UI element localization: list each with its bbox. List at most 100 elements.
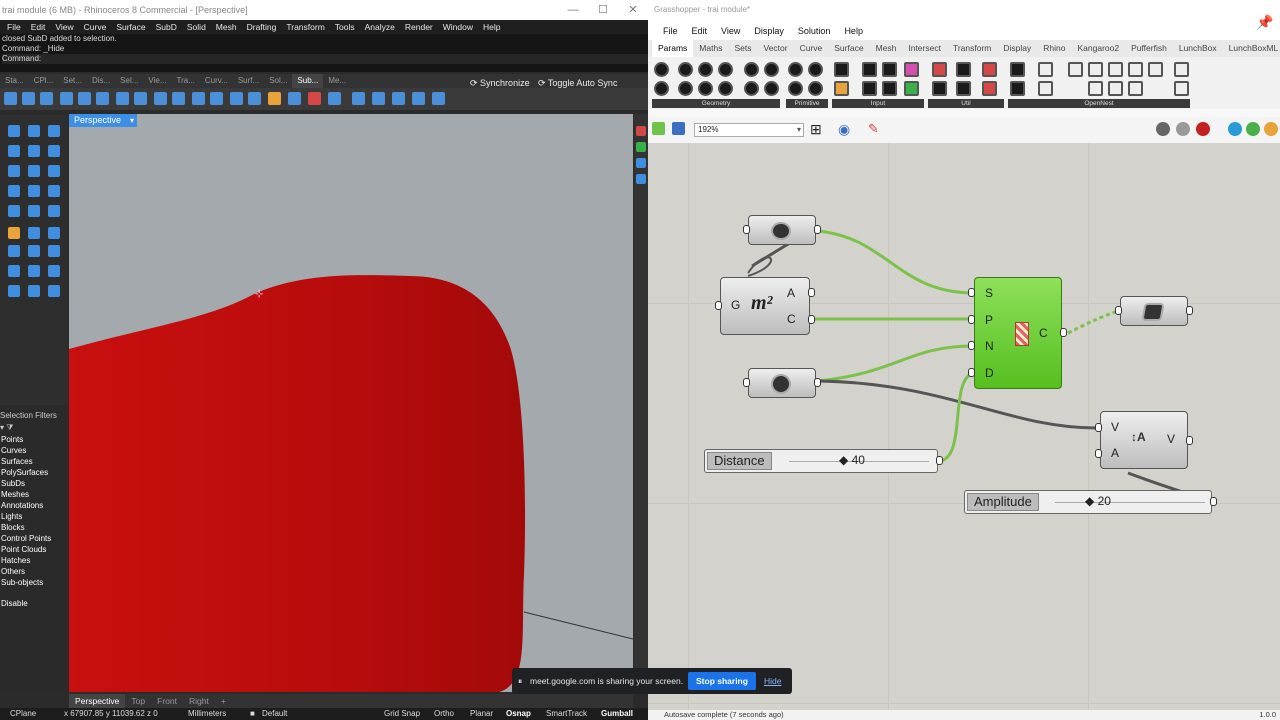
menu-curve[interactable]: Curve [79, 20, 112, 34]
menu-render[interactable]: Render [400, 20, 438, 34]
param-icon[interactable] [678, 62, 693, 77]
param-icon[interactable] [744, 62, 759, 77]
zoom-extents-icon[interactable]: ⊞ [810, 121, 822, 138]
tool-icon[interactable] [28, 185, 40, 197]
filter-item[interactable]: Annotations [0, 500, 68, 511]
param-icon[interactable] [744, 81, 759, 96]
toolbar-tab[interactable]: Curv... [200, 74, 233, 88]
subd-tool-icon[interactable] [392, 92, 405, 105]
brep-param[interactable] [748, 215, 816, 245]
subd-tool-icon[interactable] [230, 92, 243, 105]
sketch-icon[interactable]: ✎ [868, 121, 879, 137]
amplitude-slider[interactable]: Amplitude ◆ 20 [964, 490, 1212, 514]
tool-icon[interactable] [48, 185, 60, 197]
gh-tab-kangaroo2[interactable]: Kangaroo2 [1071, 40, 1125, 57]
tool-icon[interactable] [48, 125, 60, 137]
tool-icon[interactable] [48, 227, 60, 239]
filter-item[interactable]: Curves [0, 445, 68, 456]
opennest-icon[interactable] [1174, 62, 1189, 77]
param-icon[interactable] [654, 62, 669, 77]
menu-solid[interactable]: Solid [182, 20, 211, 34]
toolbar-tab[interactable]: Set... [58, 74, 87, 88]
filter-item[interactable]: Points [0, 434, 68, 445]
tool-icon[interactable] [636, 126, 646, 136]
input-grip[interactable] [1095, 449, 1102, 458]
hide-button[interactable]: Hide [764, 668, 781, 694]
perspective-viewport[interactable]: ⊹ Perspective ▾ [69, 114, 633, 692]
gh-tab-surface[interactable]: Surface [828, 40, 869, 57]
input-grip[interactable] [968, 341, 975, 350]
opennest-icon[interactable] [1108, 81, 1123, 96]
subd-tool-icon[interactable] [60, 92, 73, 105]
grid-snap-toggle[interactable]: Grid Snap [384, 708, 420, 720]
gh-menu-file[interactable]: File [656, 22, 685, 40]
input-icon[interactable] [834, 81, 849, 96]
viewport-tab-right[interactable]: Right [183, 694, 215, 708]
menu-view[interactable]: View [50, 20, 78, 34]
input-grip[interactable] [968, 368, 975, 377]
layer-label[interactable]: Default [262, 708, 287, 720]
input-grip[interactable] [968, 315, 975, 324]
gh-tab-transform[interactable]: Transform [947, 40, 997, 57]
util-icon[interactable] [982, 62, 997, 77]
tool-icon[interactable] [48, 285, 60, 297]
tool-icon[interactable] [8, 265, 20, 277]
gh-menu-edit[interactable]: Edit [685, 22, 715, 40]
tool-icon[interactable] [8, 227, 20, 239]
menu-file[interactable]: File [2, 20, 26, 34]
tool-icon[interactable] [8, 285, 20, 297]
param-icon[interactable] [698, 62, 713, 77]
util-icon[interactable] [956, 81, 971, 96]
display-icon[interactable] [1246, 122, 1260, 136]
toolbar-tab[interactable]: Dis... [87, 74, 115, 88]
gh-tab-intersect[interactable]: Intersect [902, 40, 947, 57]
shaded-preview-icon[interactable] [1176, 122, 1190, 136]
input-icon[interactable] [882, 62, 897, 77]
menu-edit[interactable]: Edit [26, 20, 51, 34]
gh-tab-vector[interactable]: Vector [757, 40, 793, 57]
primitive-icon[interactable] [788, 62, 803, 77]
menu-surface[interactable]: Surface [111, 20, 150, 34]
subd-tool-icon[interactable] [308, 92, 321, 105]
param-icon[interactable] [718, 62, 733, 77]
minimize-icon[interactable]: — [558, 0, 588, 20]
opennest-icon[interactable] [1010, 62, 1025, 77]
subd-tool-icon[interactable] [172, 92, 185, 105]
subd-tool-icon[interactable] [22, 92, 35, 105]
subd-tool-icon[interactable] [210, 92, 223, 105]
preview-eye-icon[interactable]: ◉ [838, 121, 850, 138]
toolbar-tab[interactable]: Me... [323, 74, 351, 88]
smarttrack-toggle[interactable]: SmartTrack [546, 708, 587, 720]
filter-item[interactable]: Meshes [0, 489, 68, 500]
subd-tool-icon[interactable] [372, 92, 385, 105]
subd-object[interactable]: ⊹ [69, 114, 633, 692]
viewport-tab-perspective[interactable]: Perspective [69, 694, 126, 708]
output-grip[interactable] [814, 378, 821, 387]
gh-tab-lunchboxml[interactable]: LunchBoxML [1223, 40, 1280, 57]
input-grip[interactable] [743, 378, 750, 387]
menu-tools[interactable]: Tools [330, 20, 360, 34]
tool-icon[interactable] [48, 265, 60, 277]
subd-tool-icon[interactable] [154, 92, 167, 105]
subd-tool-icon[interactable] [412, 92, 425, 105]
subd-tool-icon[interactable] [96, 92, 109, 105]
amplitude-slider-value[interactable]: ◆ 20 [1085, 494, 1111, 508]
ortho-toggle[interactable]: Ortho [434, 708, 454, 720]
opennest-icon[interactable] [1010, 81, 1025, 96]
gh-tab-params[interactable]: Params [652, 40, 694, 57]
input-icon[interactable] [882, 81, 897, 96]
filter-item[interactable]: Others [0, 566, 68, 577]
tool-icon[interactable] [28, 245, 40, 257]
add-viewport-icon[interactable]: + [215, 694, 232, 708]
filter-item[interactable]: Control Points [0, 533, 68, 544]
subd-tool-icon[interactable] [328, 92, 341, 105]
menu-window[interactable]: Window [438, 20, 478, 34]
main-component[interactable]: S P N D C [974, 277, 1062, 389]
tool-icon[interactable] [28, 165, 40, 177]
gh-tab-curve[interactable]: Curve [794, 40, 829, 57]
util-icon[interactable] [982, 81, 997, 96]
opennest-icon[interactable] [1128, 81, 1143, 96]
tool-icon[interactable] [28, 227, 40, 239]
tool-icon[interactable] [8, 245, 20, 257]
planar-toggle[interactable]: Planar [470, 708, 493, 720]
